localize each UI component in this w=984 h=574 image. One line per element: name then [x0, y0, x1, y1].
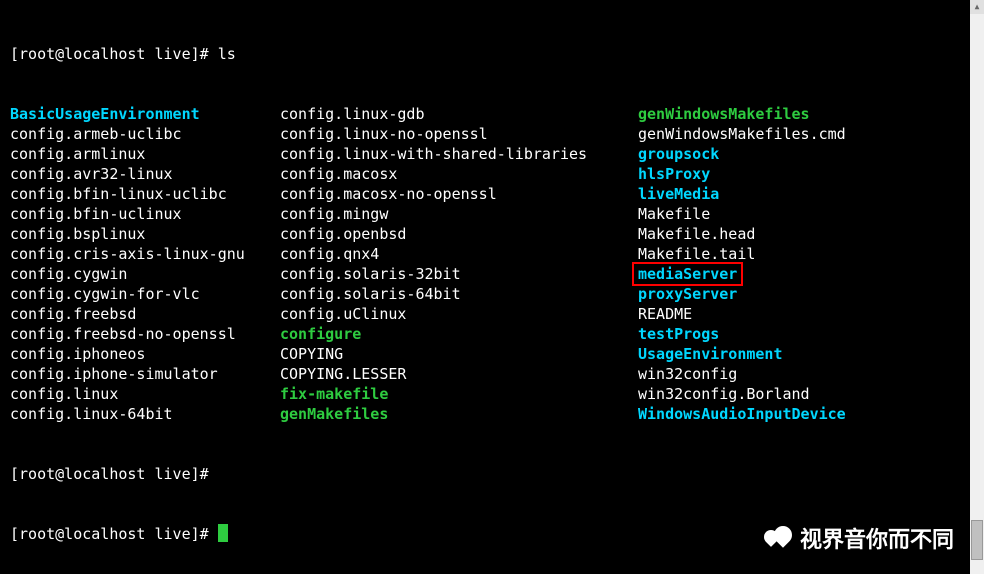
- ls-entry: config.cygwin-for-vlc: [10, 284, 280, 304]
- ls-entry: README: [638, 304, 846, 324]
- ls-entry: config.linux-64bit: [10, 404, 280, 424]
- ls-entry: config.armeb-uclibc: [10, 124, 280, 144]
- watermark: 视界音你而不同: [764, 526, 954, 554]
- ls-column-2: config.linux-gdbconfig.linux-no-opensslc…: [280, 104, 638, 424]
- terminal-cursor: [218, 524, 228, 542]
- ls-entry: win32config.Borland: [638, 384, 846, 404]
- ls-entry: config.openbsd: [280, 224, 638, 244]
- ls-entry: config.macosx: [280, 164, 638, 184]
- ls-entry: config.bfin-uclinux: [10, 204, 280, 224]
- ls-entry: configure: [280, 324, 638, 344]
- ls-entry: WindowsAudioInputDevice: [638, 404, 846, 424]
- watermark-text: 视界音你而不同: [800, 530, 954, 550]
- ls-entry: config.linux-with-shared-libraries: [280, 144, 638, 164]
- scroll-thumb[interactable]: [971, 520, 983, 560]
- ls-entry: config.bfin-linux-uclibc: [10, 184, 280, 204]
- ls-entry: config.linux: [10, 384, 280, 404]
- ls-entry: mediaServer: [638, 265, 737, 283]
- ls-entry: config.mingw: [280, 204, 638, 224]
- ls-entry: config.avr32-linux: [10, 164, 280, 184]
- ls-entry: hlsProxy: [638, 164, 846, 184]
- prompt-empty-line: [root@localhost live]#: [10, 464, 974, 484]
- ls-entry: genWindowsMakefiles.cmd: [638, 124, 846, 144]
- ls-entry: config.iphoneos: [10, 344, 280, 364]
- ls-output: BasicUsageEnvironmentconfig.armeb-uclibc…: [10, 104, 974, 424]
- ls-entry: config.freebsd: [10, 304, 280, 324]
- highlighted-entry: mediaServer: [632, 262, 743, 286]
- ls-entry: config.linux-gdb: [280, 104, 638, 124]
- ls-entry: Makefile.head: [638, 224, 846, 244]
- ls-entry: config.iphone-simulator: [10, 364, 280, 384]
- wechat-icon: [764, 526, 792, 554]
- prompt-ls-line: [root@localhost live]# ls: [10, 44, 974, 64]
- prompt-text: [root@localhost live]#: [10, 524, 218, 544]
- ls-entry: config.solaris-64bit: [280, 284, 638, 304]
- ls-entry: config.cris-axis-linux-gnu: [10, 244, 280, 264]
- ls-entry: BasicUsageEnvironment: [10, 104, 280, 124]
- ls-entry: config.linux-no-openssl: [280, 124, 638, 144]
- ls-entry: COPYING.LESSER: [280, 364, 638, 384]
- ls-entry: config.qnx4: [280, 244, 638, 264]
- ls-entry: Makefile: [638, 204, 846, 224]
- ls-entry: config.solaris-32bit: [280, 264, 638, 284]
- ls-entry: fix-makefile: [280, 384, 638, 404]
- ls-entry: liveMedia: [638, 184, 846, 204]
- ls-entry: config.bsplinux: [10, 224, 280, 244]
- ls-entry: genWindowsMakefiles: [638, 104, 846, 124]
- ls-entry: genMakefiles: [280, 404, 638, 424]
- ls-entry: config.freebsd-no-openssl: [10, 324, 280, 344]
- ls-entry: UsageEnvironment: [638, 344, 846, 364]
- ls-entry: COPYING: [280, 344, 638, 364]
- ls-entry: config.cygwin: [10, 264, 280, 284]
- ls-entry: win32config: [638, 364, 846, 384]
- ls-column-1: BasicUsageEnvironmentconfig.armeb-uclibc…: [10, 104, 280, 424]
- ls-entry: config.macosx-no-openssl: [280, 184, 638, 204]
- scroll-up-arrow[interactable]: ▲: [970, 0, 984, 14]
- ls-entry: proxyServer: [638, 284, 846, 304]
- terminal-output[interactable]: [root@localhost live]# ls BasicUsageEnvi…: [0, 0, 984, 568]
- ls-entry: config.uClinux: [280, 304, 638, 324]
- scrollbar-track[interactable]: ▲: [970, 0, 984, 574]
- ls-column-3: genWindowsMakefilesgenWindowsMakefiles.c…: [638, 104, 846, 424]
- ls-entry: Makefile.tail: [638, 244, 846, 264]
- ls-entry: testProgs: [638, 324, 846, 344]
- ls-entry: config.armlinux: [10, 144, 280, 164]
- ls-entry: groupsock: [638, 144, 846, 164]
